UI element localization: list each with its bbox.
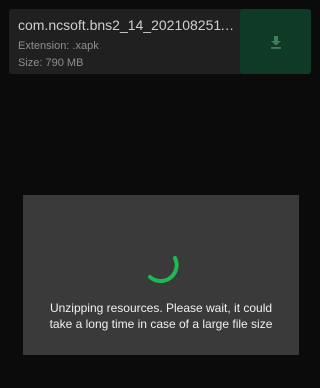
loading-spinner-icon bbox=[141, 244, 183, 286]
unzip-message-line-2: take a long time in case of a large file… bbox=[49, 317, 273, 331]
unzip-message: Unzipping resources. Please wait, it cou… bbox=[33, 300, 289, 332]
file-size: Size: 790 MB bbox=[18, 57, 84, 69]
file-card: com.ncsoft.bns2_14_202108251144... Exten… bbox=[9, 9, 311, 74]
download-icon bbox=[268, 34, 284, 50]
file-name: com.ncsoft.bns2_14_202108251144... bbox=[18, 17, 240, 33]
file-extension: Extension: .xapk bbox=[18, 40, 99, 52]
file-info: com.ncsoft.bns2_14_202108251144... Exten… bbox=[18, 16, 240, 70]
download-button[interactable] bbox=[240, 9, 311, 74]
unzip-message-line-1: Unzipping resources. Please wait, it cou… bbox=[49, 301, 273, 315]
unzip-progress-dialog: Unzipping resources. Please wait, it cou… bbox=[23, 195, 299, 355]
